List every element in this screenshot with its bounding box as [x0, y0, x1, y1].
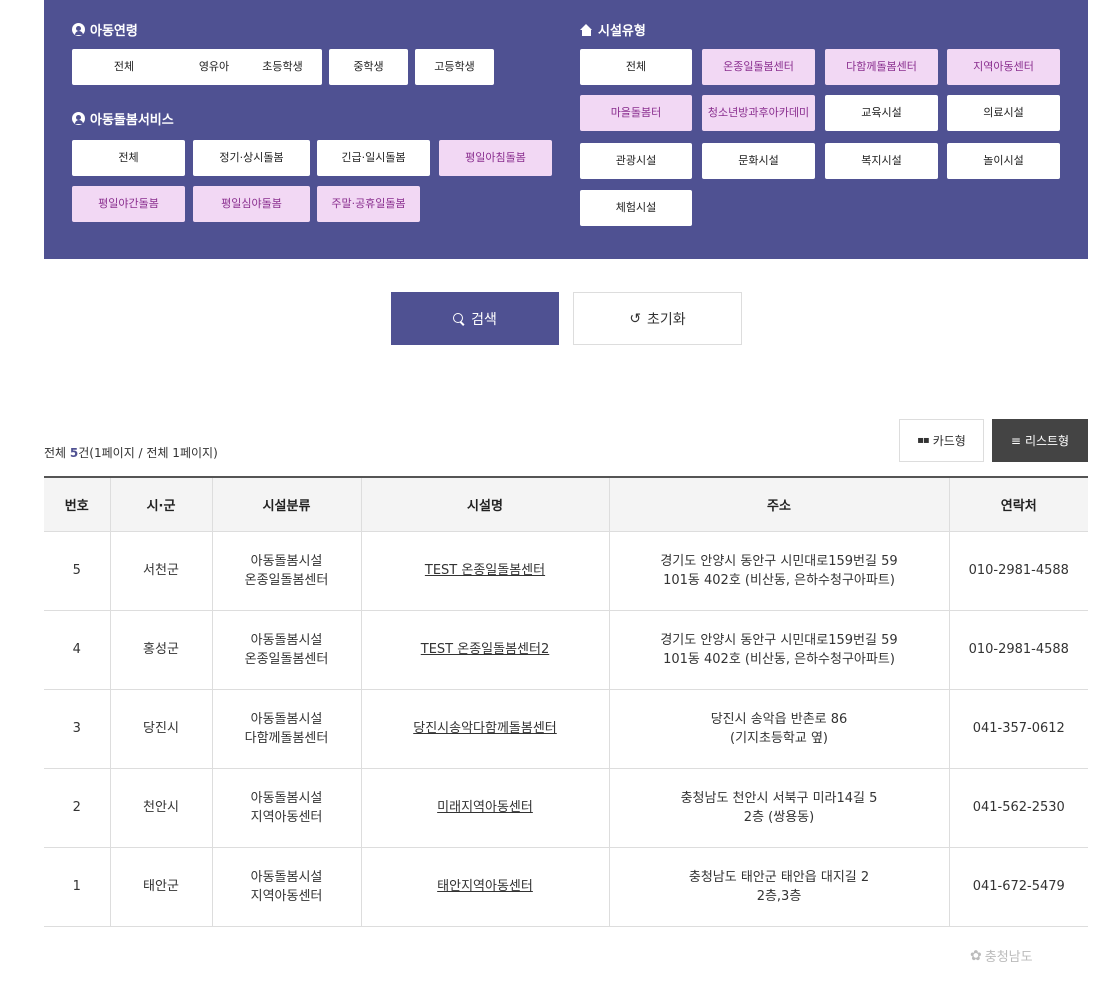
service-chip-emergency[interactable]: 긴급·일시돌봄: [317, 140, 430, 176]
filter-panel: 아동연령 전체 영유아 초등학생 중학생 고등학생 아동돌봄서비스 전체 정기·…: [44, 0, 1088, 259]
row-address: 당진시 송악읍 반촌로 86 (기지초등학교 옆): [608, 689, 949, 769]
facility-chip-education[interactable]: 교육시설: [825, 95, 938, 131]
row-address: 충청남도 천안시 서북구 미라14길 5 2층 (쌍용동): [608, 768, 949, 848]
header-phone: 연락처: [948, 477, 1088, 532]
row-category: 아동돌봄시설 지역아동센터: [211, 768, 361, 848]
row-category: 아동돌봄시설 온종일돌봄센터: [211, 531, 361, 611]
chungnam-watermark: ✿ 충청남도: [970, 947, 1033, 966]
reset-icon: ↺: [629, 310, 642, 327]
facility-chip-culture[interactable]: 문화시설: [702, 143, 815, 179]
facility-name-link[interactable]: 태안지역아동센터: [437, 879, 533, 894]
row-category: 아동돌봄시설 다함께돌봄센터: [211, 689, 361, 769]
service-chip-all[interactable]: 전체: [72, 140, 185, 176]
row-address: 경기도 안양시 동안구 시민대로159번길 59 101동 402호 (비산동,…: [608, 531, 949, 611]
facility-chip-experience[interactable]: 체험시설: [580, 190, 692, 226]
header-category: 시설분류: [211, 477, 361, 532]
table-row: 4 홍성군 아동돌봄시설 온종일돌봄센터 TEST 온종일돌봄센터2 경기도 안…: [44, 610, 1088, 690]
search-icon: [453, 312, 465, 325]
facility-name-link[interactable]: TEST 온종일돌봄센터: [425, 563, 545, 578]
reset-button[interactable]: ↺ 초기화: [573, 292, 742, 345]
row-no: 4: [44, 610, 110, 690]
table-row: 3 당진시 아동돌봄시설 다함께돌봄센터 당진시송악다함께돌봄센터 당진시 송악…: [44, 689, 1088, 769]
facility-name-link[interactable]: TEST 온종일돌봄센터2: [421, 642, 549, 657]
row-category: 아동돌봄시설 온종일돌봄센터: [211, 610, 361, 690]
facility-chip-welfare[interactable]: 복지시설: [825, 143, 938, 179]
header-name: 시설명: [360, 477, 609, 532]
user-circle-icon: [72, 112, 85, 125]
province-logo-icon: ✿: [970, 947, 982, 964]
service-chip-weekday-night[interactable]: 평일야간돌봄: [72, 186, 185, 222]
facility-chip-medical[interactable]: 의료시설: [947, 95, 1060, 131]
facility-chip-all[interactable]: 전체: [580, 49, 692, 85]
row-no: 3: [44, 689, 110, 769]
facility-table: 번호 시·군 시설분류 시설명 주소 연락처 5 서천군 아동돌봄시설 온종일돌…: [44, 476, 1088, 927]
facility-chip-local-center[interactable]: 지역아동센터: [947, 49, 1060, 85]
facility-name-link[interactable]: 미래지역아동센터: [437, 800, 533, 815]
row-phone: 041-672-5479: [948, 847, 1088, 927]
table-row: 5 서천군 아동돌봄시설 온종일돌봄센터 TEST 온종일돌봄센터 경기도 안양…: [44, 531, 1088, 611]
facility-filter-title: 시설유형: [580, 20, 646, 39]
row-phone: 010-2981-4588: [948, 610, 1088, 690]
card-view-button[interactable]: ▪▪ 카드형: [899, 419, 984, 462]
user-circle-icon: [72, 23, 85, 36]
list-icon: ≡: [1010, 433, 1021, 448]
header-address: 주소: [608, 477, 949, 532]
age-filter-title: 아동연령: [72, 20, 138, 39]
row-region: 당진시: [109, 689, 212, 769]
service-filter-title: 아동돌봄서비스: [72, 109, 174, 128]
row-no: 5: [44, 531, 110, 611]
header-no: 번호: [44, 477, 110, 532]
facility-chip-youth-academy[interactable]: 청소년방과후아카데미: [702, 95, 815, 131]
row-phone: 041-357-0612: [948, 689, 1088, 769]
list-view-button[interactable]: ≡ 리스트형: [992, 419, 1088, 462]
header-region: 시·군: [109, 477, 212, 532]
row-address: 경기도 안양시 동안구 시민대로159번길 59 101동 402호 (비산동,…: [608, 610, 949, 690]
row-phone: 010-2981-4588: [948, 531, 1088, 611]
row-region: 천안시: [109, 768, 212, 848]
facility-name-link[interactable]: 당진시송악다함께돌봄센터: [413, 721, 557, 736]
table-row: 1 태안군 아동돌봄시설 지역아동센터 태안지역아동센터 충청남도 태안군 태안…: [44, 847, 1088, 927]
age-chip-elementary[interactable]: 초등학생: [243, 49, 322, 85]
facility-chip-tourism[interactable]: 관광시설: [580, 143, 692, 179]
row-region: 홍성군: [109, 610, 212, 690]
facility-chip-allday-center[interactable]: 온종일돌봄센터: [702, 49, 815, 85]
row-no: 2: [44, 768, 110, 848]
home-icon: [580, 23, 593, 36]
grid-icon: ▪▪: [917, 435, 930, 446]
facility-chip-together-center[interactable]: 다함께돌봄센터: [825, 49, 938, 85]
table-header-row: 번호 시·군 시설분류 시설명 주소 연락처: [44, 477, 1088, 532]
service-chip-regular[interactable]: 정기·상시돌봄: [193, 140, 310, 176]
service-chip-weekday-morning[interactable]: 평일아침돌봄: [439, 140, 552, 176]
table-row: 2 천안시 아동돌봄시설 지역아동센터 미래지역아동센터 충청남도 천안시 서북…: [44, 768, 1088, 848]
row-phone: 041-562-2530: [948, 768, 1088, 848]
row-address: 충청남도 태안군 태안읍 대지길 2 2층,3층: [608, 847, 949, 927]
row-no: 1: [44, 847, 110, 927]
facility-chip-village[interactable]: 마을돌봄터: [580, 95, 692, 131]
row-category: 아동돌봄시설 지역아동센터: [211, 847, 361, 927]
age-chip-middle[interactable]: 중학생: [329, 49, 408, 85]
row-region: 서천군: [109, 531, 212, 611]
result-summary: 전체 5건(1페이지 / 전체 1페이지): [44, 446, 218, 460]
search-button[interactable]: 검색: [391, 292, 559, 345]
service-chip-weekday-latenight[interactable]: 평일심야돌봄: [193, 186, 310, 222]
age-chip-high[interactable]: 고등학생: [415, 49, 494, 85]
row-region: 태안군: [109, 847, 212, 927]
service-chip-weekend[interactable]: 주말·공휴일돌봄: [317, 186, 420, 222]
result-count: 5: [69, 446, 79, 460]
facility-chip-playground[interactable]: 놀이시설: [947, 143, 1060, 179]
